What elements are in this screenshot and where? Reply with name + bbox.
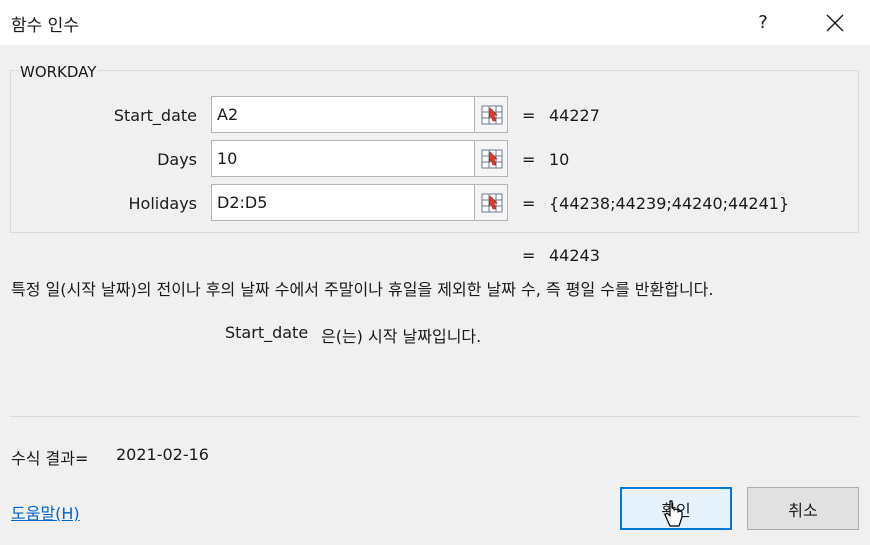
function-result: 44243 (549, 246, 600, 265)
help-link[interactable]: 도움말(H) (11, 500, 80, 524)
cancel-button[interactable]: 취소 (747, 487, 859, 530)
argument-description-text: 은(는) 시작 날짜입니다. (321, 327, 482, 346)
arg-label-days: Days (157, 150, 197, 169)
arg-label-start-date: Start_date (113, 106, 197, 125)
close-icon (826, 14, 844, 32)
divider (10, 416, 859, 417)
holidays-input[interactable] (211, 184, 475, 221)
equals-sign: = (522, 194, 536, 213)
days-collapse-button[interactable] (474, 140, 508, 177)
dialog-title: 함수 인수 (11, 16, 79, 36)
equals-sign: = (522, 246, 536, 265)
title-bar: 함수 인수 ? (0, 0, 870, 45)
holidays-result: {44238;44239;44240;44241} (549, 194, 790, 213)
help-button[interactable]: ? (740, 6, 786, 40)
close-button[interactable] (812, 6, 858, 40)
start-date-input[interactable] (211, 96, 475, 133)
equals-sign: = (522, 150, 536, 169)
range-select-icon (481, 149, 503, 169)
range-select-icon (481, 193, 503, 213)
ok-button[interactable]: 확인 (620, 487, 732, 530)
holidays-collapse-button[interactable] (474, 184, 508, 221)
equals-sign: = (522, 106, 536, 125)
formula-result-value: 2021-02-16 (116, 445, 209, 464)
function-description: 특정 일(시작 날짜)의 전이나 후의 날짜 수에서 주말이나 휴일을 제외한 … (11, 280, 714, 299)
formula-result-label: 수식 결과= (11, 449, 89, 468)
days-result: 10 (549, 150, 570, 169)
argument-description-name: Start_date (225, 323, 309, 342)
range-select-icon (481, 105, 503, 125)
arg-label-holidays: Holidays (128, 194, 197, 213)
start-date-result: 44227 (549, 106, 600, 125)
function-name: WORKDAY (19, 63, 98, 81)
days-input[interactable] (211, 140, 475, 177)
start-date-collapse-button[interactable] (474, 96, 508, 133)
